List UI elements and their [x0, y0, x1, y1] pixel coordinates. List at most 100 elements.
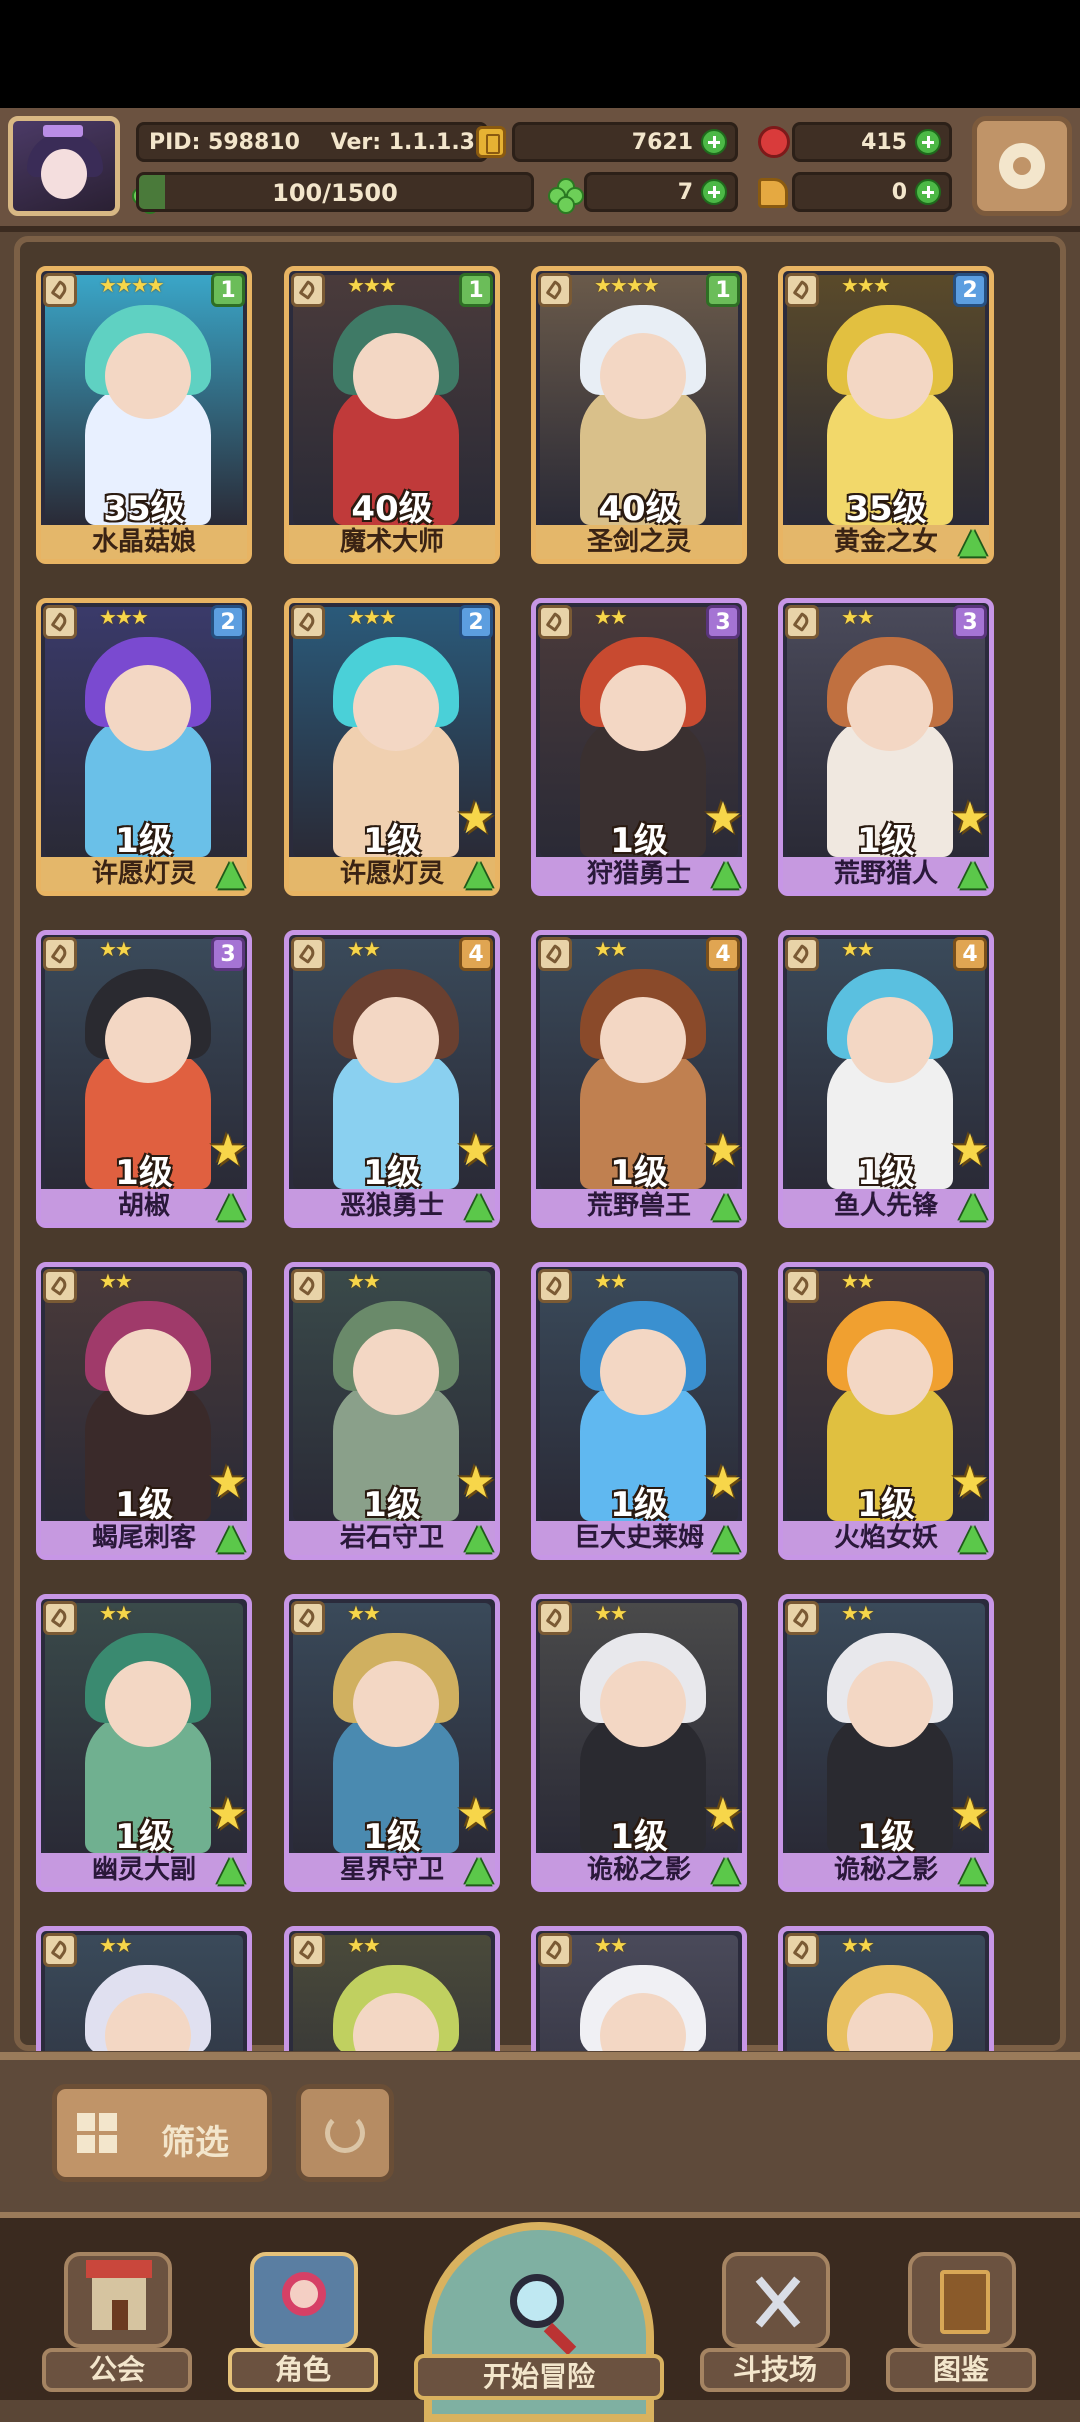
character-name: 魔术大师 [289, 525, 495, 559]
character-card[interactable]: ★★ 4 1级 荒野兽王 ★ ▲ [531, 930, 747, 1228]
settings-button[interactable] [972, 116, 1072, 216]
character-card[interactable]: ★★ [778, 1926, 994, 2051]
star-rating: ★★ [841, 1601, 875, 1625]
character-name: 圣剑之灵 [536, 525, 742, 559]
grid-icon [77, 2113, 119, 2155]
portrait-face [353, 997, 439, 1083]
red-gem-icon [758, 126, 790, 158]
clover-value: 7 [677, 179, 693, 205]
nav-guild[interactable]: 公会 [42, 2252, 192, 2402]
portrait-face [847, 1661, 933, 1747]
star-icon: ★ [456, 1125, 496, 1176]
class-type-icon [43, 1933, 77, 1967]
class-type-icon [785, 1269, 819, 1303]
gold-coin-icon [476, 126, 506, 158]
portrait-face [847, 1329, 933, 1415]
nav-characters-label: 角色 [228, 2348, 378, 2392]
character-card[interactable]: ★★ 1级 诡秘之影 ★ ▲ [531, 1594, 747, 1892]
character-card[interactable]: ★★★ 2 1级 许愿灯灵 ▲ [36, 598, 252, 896]
star-rating: ★★ [841, 937, 875, 961]
character-grid: ★★★★ 1 35级 水晶菇娘 ★★★ 1 40级 魔术大师 ★★★★ 1 40级 圣剑之灵 ★★★ 2 3… [36, 266, 1036, 2051]
filter-button[interactable]: 筛选 [52, 2084, 272, 2182]
top-header: PID: 598810 Ver: 1.1.1.3 7621 415 100/15… [0, 108, 1080, 232]
add-boot-button[interactable] [915, 179, 941, 205]
rank-badge: 4 [953, 937, 987, 971]
gem-value: 415 [861, 129, 907, 155]
gear-icon [999, 143, 1045, 189]
star-rating: ★★ [594, 1601, 628, 1625]
upgrade-arrow-icon: ▲ [712, 1184, 740, 1225]
character-card[interactable]: ★★★ 2 35级 黄金之女 ▲ [778, 266, 994, 564]
reset-sort-button[interactable] [296, 2084, 394, 2182]
upgrade-arrow-icon: ▲ [712, 1516, 740, 1557]
upgrade-arrow-icon: ▲ [712, 852, 740, 893]
character-card[interactable]: ★★ [531, 1926, 747, 2051]
crossed-swords-icon [752, 2272, 804, 2332]
class-type-icon [785, 273, 819, 307]
add-clover-button[interactable] [701, 179, 727, 205]
nav-arena-icon-box [722, 2252, 830, 2348]
add-gem-button[interactable] [915, 129, 941, 155]
portrait-face [600, 1661, 686, 1747]
star-icon: ★ [950, 1789, 990, 1840]
character-card[interactable]: ★★ 1级 岩石守卫 ★ ▲ [284, 1262, 500, 1560]
class-type-icon [538, 1601, 572, 1635]
star-rating: ★★ [594, 937, 628, 961]
upgrade-arrow-icon: ▲ [217, 1848, 245, 1889]
star-rating: ★★ [841, 1269, 875, 1293]
upgrade-arrow-icon: ▲ [959, 1184, 987, 1225]
upgrade-arrow-icon: ▲ [959, 852, 987, 893]
character-card[interactable]: ★★ 3 1级 荒野猎人 ★ ▲ [778, 598, 994, 896]
class-type-icon [43, 273, 77, 307]
class-type-icon [538, 605, 572, 639]
rank-badge: 2 [953, 273, 987, 307]
character-card[interactable]: ★★ [36, 1926, 252, 2051]
character-card[interactable]: ★★ 4 1级 恶狼勇士 ★ ▲ [284, 930, 500, 1228]
character-card[interactable]: ★★★ 1 40级 魔术大师 [284, 266, 500, 564]
nav-codex[interactable]: 图鉴 [886, 2252, 1036, 2402]
player-avatar[interactable] [8, 116, 120, 216]
character-card[interactable]: ★★ [284, 1926, 500, 2051]
character-card[interactable]: ★★ 3 1级 狩猎勇士 ★ ▲ [531, 598, 747, 896]
nav-arena[interactable]: 斗技场 [700, 2252, 850, 2402]
guild-house-icon [86, 2260, 152, 2330]
star-icon: ★ [208, 1457, 248, 1508]
character-card[interactable]: ★★ 1级 诡秘之影 ★ ▲ [778, 1594, 994, 1892]
character-card[interactable]: ★★★★ 1 40级 圣剑之灵 [531, 266, 747, 564]
character-card[interactable]: ★★ 1级 星界守卫 ★ ▲ [284, 1594, 500, 1892]
rank-badge: 3 [211, 937, 245, 971]
character-card[interactable]: ★★ 3 1级 胡椒 ★ ▲ [36, 930, 252, 1228]
start-adventure-label: 开始冒险 [414, 2354, 664, 2400]
class-type-icon [43, 1601, 77, 1635]
boot-counter: 0 [792, 172, 952, 212]
nav-guild-icon-box [64, 2252, 172, 2348]
character-card[interactable]: ★★ 1级 幽灵大副 ★ ▲ [36, 1594, 252, 1892]
character-card[interactable]: ★★ 1级 蝎尾刺客 ★ ▲ [36, 1262, 252, 1560]
character-card[interactable]: ★★ 1级 巨大史莱姆 ★ ▲ [531, 1262, 747, 1560]
star-icon: ★ [950, 793, 990, 844]
character-card[interactable]: ★★★★ 1 35级 水晶菇娘 [36, 266, 252, 564]
class-type-icon [785, 937, 819, 971]
star-rating: ★★★★ [594, 273, 660, 297]
upgrade-arrow-icon: ▲ [712, 1848, 740, 1889]
portrait-face [847, 665, 933, 751]
star-icon: ★ [950, 1457, 990, 1508]
class-type-icon [785, 1601, 819, 1635]
rank-badge: 4 [706, 937, 740, 971]
upgrade-arrow-icon: ▲ [959, 1848, 987, 1889]
filter-bar: 筛选 [0, 2052, 1080, 2212]
star-icon: ★ [703, 1457, 743, 1508]
add-gold-button[interactable] [701, 129, 727, 155]
star-rating: ★★ [347, 937, 381, 961]
nav-characters-icon-box [250, 2252, 358, 2348]
start-adventure-button[interactable]: 开始冒险 [414, 2222, 664, 2422]
star-rating: ★★ [99, 1601, 133, 1625]
player-info-bar: PID: 598810 Ver: 1.1.1.3 [136, 122, 488, 162]
clover-counter: 7 [584, 172, 738, 212]
character-card[interactable]: ★★ 4 1级 鱼人先锋 ★ ▲ [778, 930, 994, 1228]
character-card[interactable]: ★★ 1级 火焰女妖 ★ ▲ [778, 1262, 994, 1560]
character-card[interactable]: ★★★ 2 1级 许愿灯灵 ★ ▲ [284, 598, 500, 896]
portrait-face [600, 333, 686, 419]
rank-badge: 3 [953, 605, 987, 639]
nav-characters[interactable]: 角色 [228, 2252, 378, 2402]
